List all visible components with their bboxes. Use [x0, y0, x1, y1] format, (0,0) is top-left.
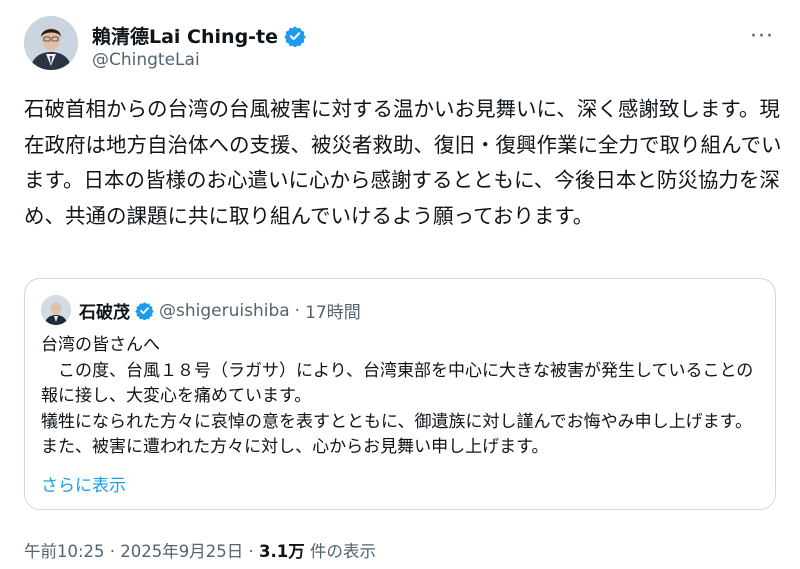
author-name-text: 賴清德Lai Ching-te [92, 26, 279, 48]
more-options-icon[interactable]: ··· [750, 24, 774, 49]
tweet-text: 石破首相からの台湾の台風被害に対する温かいお見舞いに、深く感謝致します。現在政府… [24, 97, 782, 228]
show-more-link[interactable]: さらに表示 [41, 471, 126, 496]
tweet: 賴清德Lai Ching-te @ChingteLai ··· 石破首相からの台… [0, 0, 800, 569]
author-avatar[interactable] [24, 16, 78, 70]
views-label: 件の表示 [304, 542, 376, 561]
author-name[interactable]: 賴清德Lai Ching-te [92, 22, 306, 49]
verified-badge-icon [284, 25, 306, 47]
quoted-author-avatar[interactable] [41, 295, 71, 325]
tweet-footer: 午前10:25 · 2025年9月25日 · 3.1万 件の表示 [24, 538, 376, 562]
quoted-timestamp[interactable]: 17時間 [305, 298, 361, 323]
quoted-separator: · [294, 300, 301, 321]
verified-badge-icon [135, 302, 154, 320]
tweet-timestamp[interactable]: 午前10:25 · 2025年9月25日 · [24, 542, 259, 561]
quoted-author-name[interactable]: 石破茂 [79, 298, 130, 323]
quoted-text: 台湾の皆さんへ この度、台風１８号（ラガサ）により、台湾東部を中心に大きな被害が… [41, 335, 754, 457]
quoted-tweet[interactable]: 石破茂 @shigeruishiba · 17時間 台湾の皆さんへ この度、台風… [24, 278, 776, 510]
author-handle[interactable]: @ChingteLai [92, 50, 200, 70]
views-count: 3.1万 [259, 542, 305, 561]
quoted-header: 石破茂 @shigeruishiba · 17時間 [79, 298, 361, 324]
quoted-author-handle[interactable]: @shigeruishiba [159, 301, 290, 321]
